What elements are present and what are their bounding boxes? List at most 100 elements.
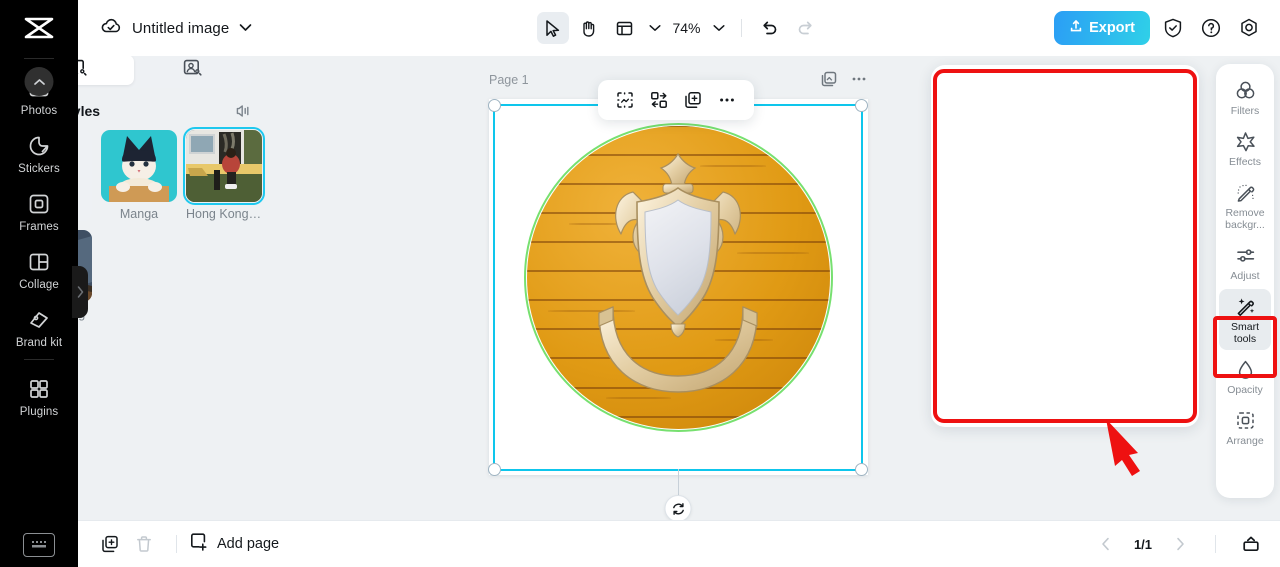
style-label: Manga bbox=[119, 207, 159, 221]
replace-icon[interactable] bbox=[646, 87, 672, 113]
page-label: Page 1 bbox=[489, 73, 529, 87]
top-right-actions: Export bbox=[1054, 11, 1280, 45]
rtool-label: Arrange bbox=[1226, 435, 1264, 447]
style-label: Hong Kong ... bbox=[186, 207, 262, 221]
cloud-check-icon[interactable] bbox=[100, 15, 122, 42]
next-page-button[interactable] bbox=[1169, 533, 1191, 555]
layout-chevron-down-icon[interactable] bbox=[645, 24, 665, 32]
rtool-effects[interactable]: Effects bbox=[1219, 124, 1271, 173]
sidebar-item-frames[interactable]: Frames bbox=[0, 183, 78, 241]
frame-icon bbox=[27, 192, 51, 216]
more-options-icon[interactable] bbox=[848, 68, 870, 90]
select-tool[interactable] bbox=[536, 12, 569, 44]
sidebar-item-plugins[interactable]: Plugins bbox=[0, 368, 78, 426]
rtool-label: Adjust bbox=[1230, 270, 1260, 282]
object-floating-toolbar bbox=[598, 80, 754, 120]
document-title[interactable]: Untitled image bbox=[132, 20, 229, 37]
style-option-hong-kong[interactable]: Hong Kong ... bbox=[183, 127, 265, 221]
arrange-icon bbox=[1234, 409, 1256, 431]
rtool-smart-tools[interactable]: Smart tools bbox=[1219, 289, 1271, 350]
sidebar-item-stickers[interactable]: Stickers bbox=[0, 125, 78, 183]
sidebar-item-photos[interactable]: Photos bbox=[0, 67, 78, 125]
undo-button[interactable] bbox=[754, 12, 786, 44]
layout-tool[interactable] bbox=[609, 12, 641, 44]
style-option-manga[interactable]: Manga bbox=[101, 130, 177, 221]
sidebar-item-label: Photos bbox=[20, 105, 58, 117]
delete-page-button[interactable] bbox=[130, 530, 158, 558]
chevron-down-icon[interactable] bbox=[239, 19, 252, 37]
add-page-label: Add page bbox=[217, 536, 280, 552]
rtool-label: Opacity bbox=[1227, 384, 1263, 396]
resize-handle-top-left[interactable] bbox=[488, 99, 501, 112]
rtool-adjust[interactable]: Adjust bbox=[1219, 238, 1271, 287]
rtool-label: Filters bbox=[1230, 105, 1260, 117]
portrait-style-icon bbox=[182, 58, 202, 83]
compare-icon[interactable] bbox=[234, 102, 252, 120]
right-tool-rail: Filters Effects Remove backgr... Adjust … bbox=[1216, 64, 1274, 498]
question-circle-icon[interactable] bbox=[1196, 13, 1226, 43]
duplicate-page-icon[interactable] bbox=[818, 68, 840, 90]
red-arrow-annotation bbox=[1106, 419, 1140, 476]
app-root: Photos Stickers Frames Collage Brand kit bbox=[0, 0, 1280, 567]
smart-tools-icon bbox=[1234, 295, 1256, 317]
present-icon[interactable] bbox=[1240, 533, 1262, 555]
rtool-arrange[interactable]: Arrange bbox=[1219, 403, 1271, 452]
add-page-button[interactable]: Add page bbox=[189, 532, 279, 556]
sidebar-divider-2 bbox=[24, 359, 54, 360]
sidebar-item-label: Frames bbox=[19, 221, 59, 233]
left-sidebar: Photos Stickers Frames Collage Brand kit bbox=[0, 0, 78, 567]
adjust-icon bbox=[1234, 244, 1256, 266]
crop-icon[interactable] bbox=[612, 87, 638, 113]
toolbar-divider bbox=[740, 19, 742, 37]
sidebar-bottom bbox=[23, 533, 55, 567]
remove-background-icon bbox=[1234, 181, 1256, 203]
van-photo-thumbnail bbox=[183, 127, 265, 205]
rtool-opacity[interactable]: Opacity bbox=[1219, 352, 1271, 401]
keyboard-icon[interactable] bbox=[23, 533, 55, 557]
rotate-stem bbox=[678, 469, 679, 496]
sidebar-divider bbox=[24, 58, 54, 59]
resize-handle-top-right[interactable] bbox=[855, 99, 868, 112]
tab-portrait-style[interactable] bbox=[134, 55, 249, 85]
zoom-level[interactable]: 74% bbox=[669, 20, 705, 36]
more-options-icon[interactable] bbox=[714, 87, 740, 113]
rtool-remove-background[interactable]: Remove backgr... bbox=[1219, 175, 1271, 236]
rtool-filters[interactable]: Filters bbox=[1219, 73, 1271, 122]
sidebar-item-collage[interactable]: Collage bbox=[0, 241, 78, 299]
brand-kit-icon bbox=[27, 308, 51, 332]
gear-icon[interactable] bbox=[1234, 13, 1264, 43]
hand-tool[interactable] bbox=[573, 12, 605, 44]
photo-icon bbox=[24, 67, 54, 100]
opacity-icon bbox=[1234, 358, 1256, 380]
top-toolbar: Untitled image 74% Export bbox=[78, 0, 1280, 56]
add-page-icon bbox=[189, 532, 208, 556]
duplicate-page-icon[interactable] bbox=[96, 530, 124, 558]
chevron-up-icon[interactable] bbox=[24, 67, 54, 96]
redo-button[interactable] bbox=[790, 12, 822, 44]
style-transfer-panel-bg bbox=[931, 65, 1199, 427]
bottom-divider-2 bbox=[1215, 535, 1216, 553]
rotate-icon[interactable] bbox=[664, 495, 692, 520]
export-label: Export bbox=[1089, 20, 1135, 36]
rtool-label: Smart tools bbox=[1230, 321, 1259, 345]
sidebar-item-brand-kit[interactable]: Brand kit bbox=[0, 299, 78, 357]
bottom-bar: Add page 1/1 bbox=[78, 520, 1280, 567]
shield-check-icon[interactable] bbox=[1158, 13, 1188, 43]
selection-frame[interactable] bbox=[488, 99, 868, 520]
rtool-label: Effects bbox=[1229, 156, 1261, 168]
prev-page-button[interactable] bbox=[1095, 533, 1117, 555]
sticker-icon bbox=[27, 134, 51, 158]
resize-handle-bottom-left[interactable] bbox=[488, 463, 501, 476]
sidebar-collapse-handle[interactable] bbox=[72, 266, 88, 318]
page-indicator: 1/1 bbox=[1133, 536, 1153, 552]
bottom-divider bbox=[176, 535, 177, 553]
sidebar-item-label: Plugins bbox=[19, 406, 59, 418]
duplicate-icon[interactable] bbox=[680, 87, 706, 113]
resize-handle-bottom-right[interactable] bbox=[855, 463, 868, 476]
sidebar-item-label: Brand kit bbox=[15, 337, 63, 349]
capcut-logo[interactable] bbox=[0, 0, 78, 56]
zoom-chevron-down-icon[interactable] bbox=[709, 24, 729, 32]
filters-icon bbox=[1234, 79, 1256, 101]
export-button[interactable]: Export bbox=[1054, 11, 1150, 45]
cat-photo-thumbnail bbox=[101, 130, 177, 202]
